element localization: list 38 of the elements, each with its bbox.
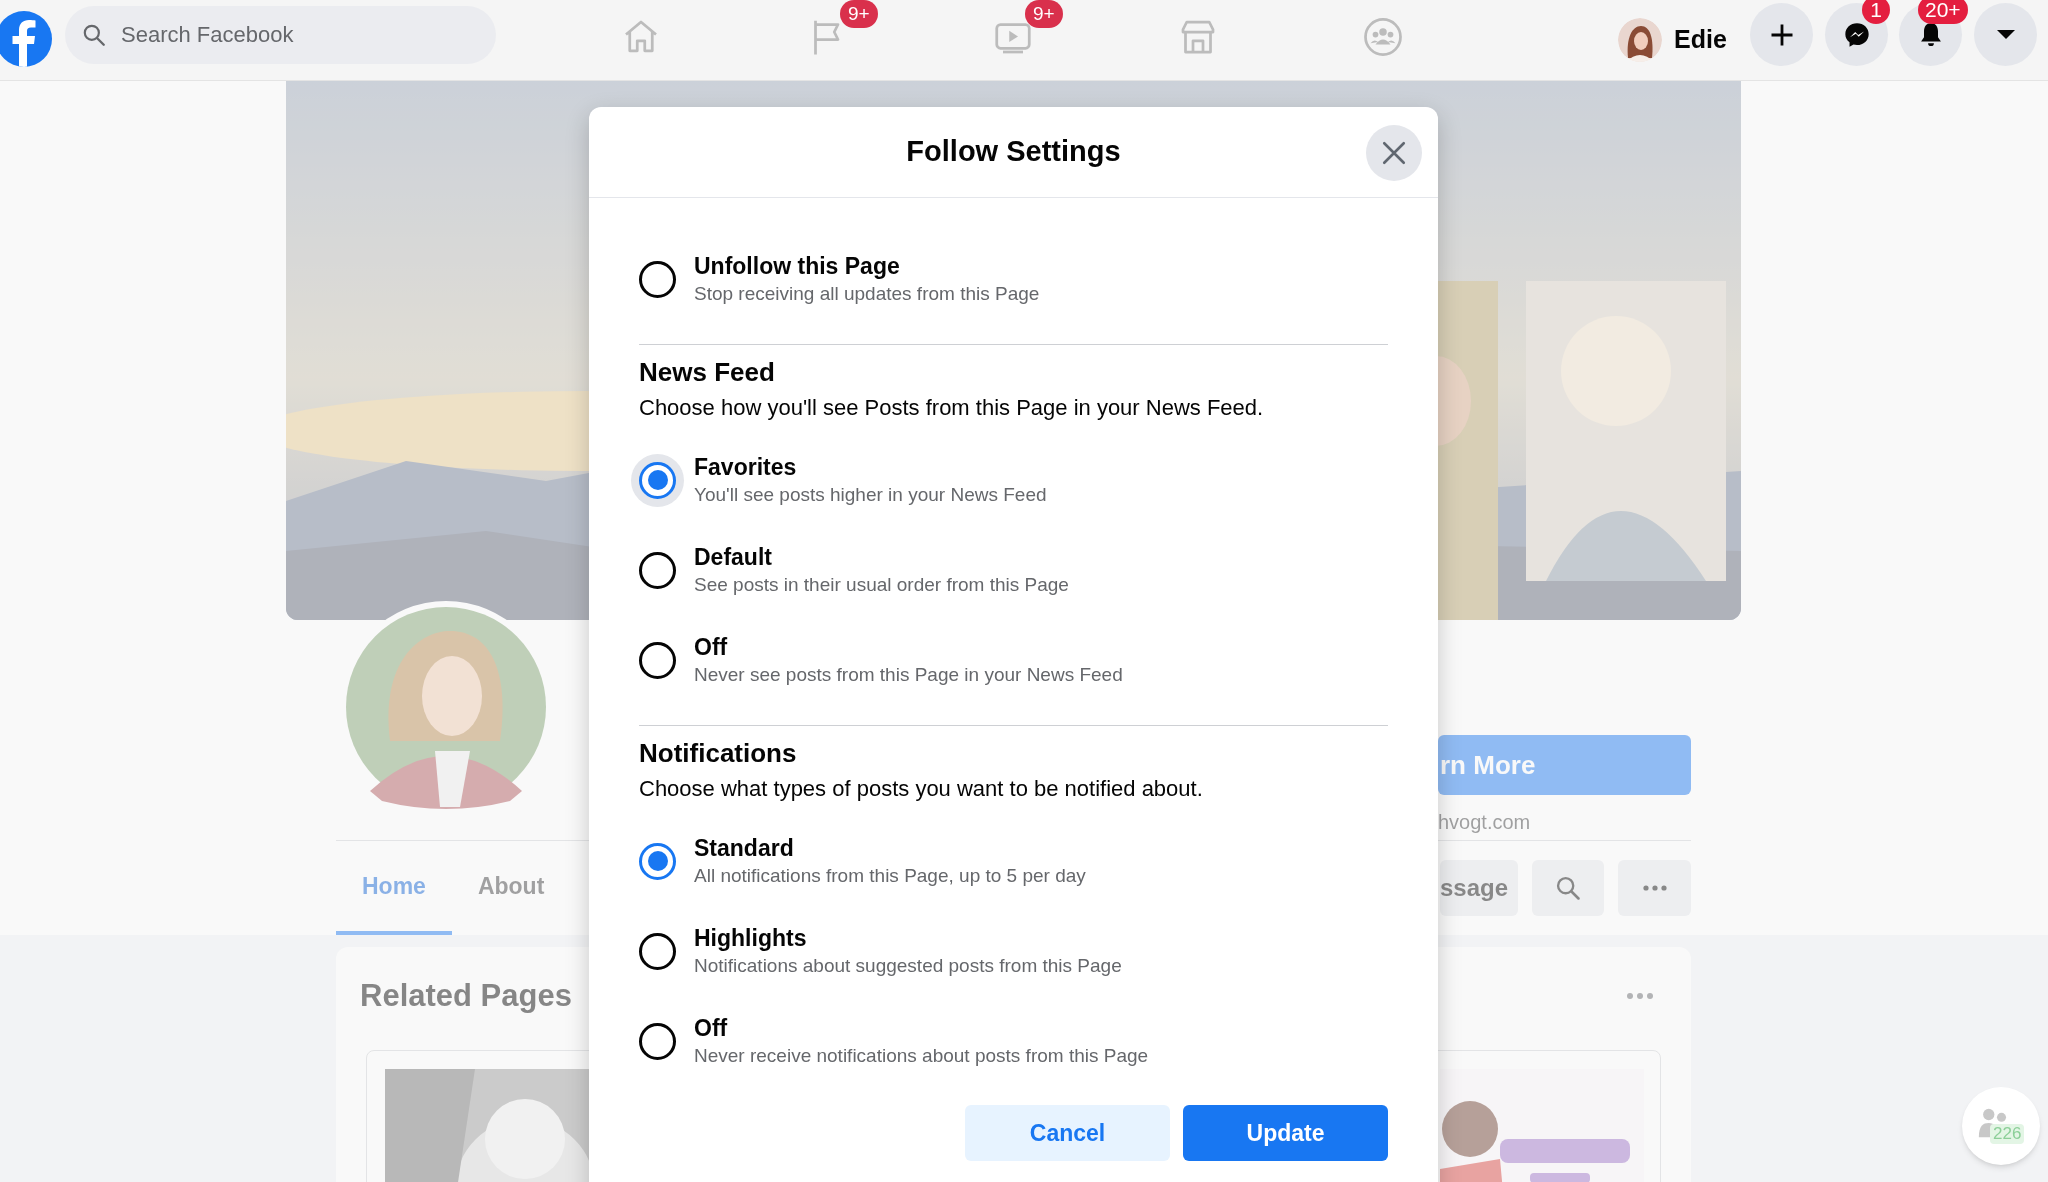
cancel-button[interactable]: Cancel [965, 1105, 1170, 1161]
messenger-icon [1842, 20, 1871, 49]
people-icon [1363, 17, 1403, 57]
ellipsis-icon [1642, 885, 1667, 891]
option-label: Off [694, 1014, 729, 1043]
message-button[interactable]: ssage [1440, 860, 1518, 916]
update-button[interactable]: Update [1183, 1105, 1388, 1161]
option-label: Standard [694, 834, 795, 863]
learn-more-button[interactable]: rn More [1438, 735, 1691, 795]
option-description: Never receive notifications about posts from this Page [694, 1044, 1149, 1068]
caret-icon [1996, 30, 2015, 39]
option-label: Highlights [694, 924, 808, 953]
search-field[interactable]: Search Facebook [65, 6, 496, 64]
option-description: Notifications about suggested posts from this Page [694, 954, 1122, 978]
radio-button[interactable] [639, 641, 676, 679]
notification-badge: 9+ [840, 0, 878, 28]
search-button[interactable] [1532, 860, 1604, 916]
page-tab[interactable]: About [451, 841, 571, 935]
section-description: Choose what types of posts you want to be notified about. [639, 775, 1204, 803]
option-description: All notifications from this Page, up to 5 per day [694, 864, 1086, 888]
card-title: Related Pages [360, 977, 572, 1015]
radio-button[interactable] [639, 932, 676, 970]
notification-badge: 1 [1862, 0, 1890, 24]
radio-button[interactable] [639, 842, 676, 880]
contacts-count: 226 [1990, 1124, 2025, 1144]
radio-button[interactable] [639, 1022, 676, 1060]
notification-badge: 9+ [1025, 0, 1063, 28]
notification-badge: 20+ [1918, 0, 1968, 24]
section-heading: Notifications [639, 737, 798, 770]
profile-link[interactable]: Edie [1618, 12, 1733, 68]
search-icon [81, 22, 107, 48]
option-label: Off [694, 633, 729, 662]
facebook-logo[interactable] [0, 11, 52, 67]
avatar-icon [1618, 18, 1662, 62]
website-link[interactable]: hvogt.com [1438, 807, 1691, 837]
option-description: Never see posts from this Page in your News Feed [694, 663, 1123, 687]
ellipsis-icon [1627, 993, 1653, 1000]
search-icon [1554, 874, 1582, 902]
